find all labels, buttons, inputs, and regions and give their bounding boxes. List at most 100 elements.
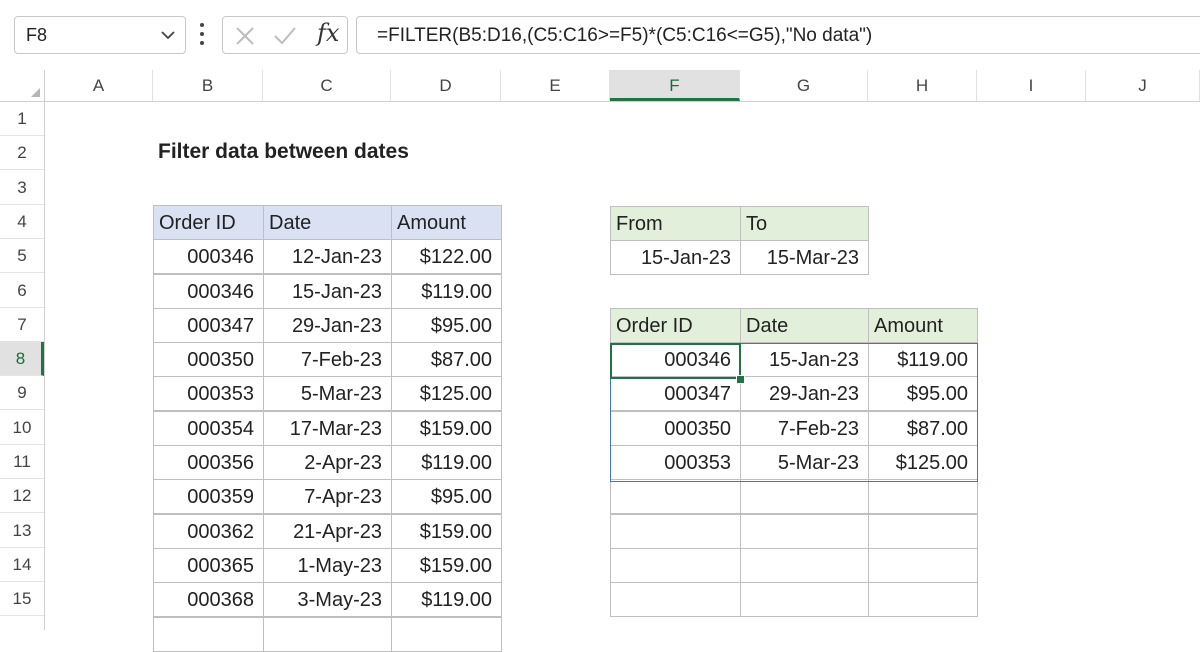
source-header-date[interactable]: Date (263, 204, 392, 240)
source-cell-order-id[interactable]: 000359 (153, 479, 264, 515)
source-cell-amount[interactable]: $125.00 (391, 376, 502, 412)
source-cell-order-id[interactable]: 000362 (153, 513, 264, 549)
row-header-2[interactable]: 2 (0, 136, 44, 171)
source-cell-order-id[interactable]: 000356 (153, 445, 264, 480)
select-all-button[interactable] (0, 70, 45, 101)
result-cell-amount[interactable]: $119.00 (868, 342, 978, 378)
source-cell-date[interactable]: 5-Mar-23 (263, 376, 392, 412)
row-header-5[interactable]: 5 (0, 239, 44, 274)
sheet-title[interactable]: Filter data between dates (158, 140, 409, 164)
row-header-4[interactable]: 4 (0, 205, 44, 239)
source-cell-date[interactable]: 29-Jan-23 (263, 307, 392, 343)
from-date-cell[interactable]: 15-Jan-23 (610, 240, 741, 275)
column-header-b[interactable]: B (153, 70, 263, 101)
more-options-icon[interactable] (198, 20, 206, 48)
column-header-d[interactable]: D (391, 70, 501, 101)
source-cell-order-id[interactable]: 000354 (153, 410, 264, 446)
column-header-a[interactable]: A (45, 70, 153, 101)
result-header-order-id[interactable]: Order ID (610, 307, 741, 343)
source-cell-amount[interactable]: $159.00 (391, 513, 502, 549)
result-empty-cell[interactable] (868, 479, 978, 515)
row-header-12[interactable]: 12 (0, 479, 44, 514)
source-cell-order-id[interactable]: 000368 (153, 582, 264, 618)
row-header-9[interactable]: 9 (0, 376, 44, 411)
name-box[interactable]: F8 (14, 16, 186, 54)
row-header-13[interactable]: 13 (0, 514, 44, 548)
insert-function-icon[interactable]: fx (317, 19, 339, 47)
source-cell-date[interactable]: 2-Apr-23 (263, 445, 392, 480)
source-cell-date[interactable]: 21-Apr-23 (263, 513, 392, 549)
result-cell-order-id[interactable]: 000353 (610, 445, 741, 480)
source-cell-date[interactable]: 7-Feb-23 (263, 342, 392, 378)
result-header-amount[interactable]: Amount (868, 307, 978, 343)
result-cell-order-id[interactable]: 000350 (610, 410, 741, 446)
result-cell-date[interactable]: 29-Jan-23 (740, 376, 869, 412)
result-cell-amount[interactable]: $125.00 (868, 445, 978, 480)
column-header-j[interactable]: J (1086, 70, 1200, 101)
source-cell-partial[interactable] (263, 616, 392, 652)
source-cell-amount[interactable]: $95.00 (391, 479, 502, 515)
enter-check-icon[interactable] (273, 26, 297, 46)
source-header-amount[interactable]: Amount (391, 204, 502, 240)
source-cell-date[interactable]: 17-Mar-23 (263, 410, 392, 446)
result-cell-date[interactable]: 7-Feb-23 (740, 410, 869, 446)
source-cell-partial[interactable] (391, 616, 502, 652)
source-cell-date[interactable]: 15-Jan-23 (263, 273, 392, 309)
result-empty-cell[interactable] (610, 479, 741, 515)
row-header-3[interactable]: 3 (0, 171, 44, 205)
source-cell-amount[interactable]: $119.00 (391, 445, 502, 480)
result-empty-cell[interactable] (740, 547, 869, 583)
result-cell-date[interactable]: 5-Mar-23 (740, 445, 869, 480)
result-cell-amount[interactable]: $87.00 (868, 410, 978, 446)
result-empty-cell[interactable] (868, 582, 978, 618)
result-cell-date[interactable]: 15-Jan-23 (740, 342, 869, 378)
source-cell-amount[interactable]: $119.00 (391, 582, 502, 618)
cancel-icon[interactable] (235, 26, 255, 46)
formula-input[interactable]: =FILTER(B5:D16,(C5:C16>=F5)*(C5:C16<=G5)… (356, 16, 1200, 54)
column-header-i[interactable]: I (977, 70, 1086, 101)
row-header-10[interactable]: 10 (0, 411, 44, 445)
result-empty-cell[interactable] (610, 513, 741, 549)
column-header-h[interactable]: H (868, 70, 977, 101)
name-box-value[interactable]: F8 (26, 25, 47, 46)
row-header-7[interactable]: 7 (0, 308, 44, 342)
source-cell-date[interactable]: 7-Apr-23 (263, 479, 392, 515)
source-cell-amount[interactable]: $87.00 (391, 342, 502, 378)
result-header-date[interactable]: Date (740, 307, 869, 343)
result-empty-cell[interactable] (868, 547, 978, 583)
column-header-c[interactable]: C (263, 70, 391, 101)
column-header-g[interactable]: G (740, 70, 868, 101)
result-empty-cell[interactable] (740, 479, 869, 515)
to-header[interactable]: To (740, 206, 869, 241)
fill-handle[interactable] (736, 375, 745, 384)
to-date-cell[interactable]: 15-Mar-23 (740, 240, 869, 275)
row-header-14[interactable]: 14 (0, 548, 44, 582)
source-cell-order-id[interactable]: 000346 (153, 239, 264, 275)
result-empty-cell[interactable] (740, 582, 869, 618)
from-header[interactable]: From (610, 206, 741, 241)
row-header-1[interactable]: 1 (0, 102, 44, 136)
source-cell-order-id[interactable]: 000347 (153, 307, 264, 343)
result-cell-amount[interactable]: $95.00 (868, 376, 978, 412)
source-cell-date[interactable]: 1-May-23 (263, 547, 392, 583)
formula-text[interactable]: =FILTER(B5:D16,(C5:C16>=F5)*(C5:C16<=G5)… (377, 25, 872, 47)
result-empty-cell[interactable] (868, 513, 978, 549)
source-cell-amount[interactable]: $159.00 (391, 547, 502, 583)
result-cell-order-id[interactable]: 000346 (610, 342, 741, 378)
source-header-order-id[interactable]: Order ID (153, 204, 264, 240)
source-cell-order-id[interactable]: 000350 (153, 342, 264, 378)
source-cell-order-id[interactable]: 000353 (153, 376, 264, 412)
source-cell-amount[interactable]: $119.00 (391, 273, 502, 309)
result-empty-cell[interactable] (610, 582, 741, 618)
result-empty-cell[interactable] (610, 547, 741, 583)
row-header-8[interactable]: 8 (0, 342, 44, 377)
chevron-down-icon[interactable] (161, 30, 175, 40)
column-header-f[interactable]: F (610, 70, 740, 101)
source-cell-amount[interactable]: $122.00 (391, 239, 502, 275)
row-header-6[interactable]: 6 (0, 274, 44, 308)
source-cell-date[interactable]: 3-May-23 (263, 582, 392, 618)
result-cell-order-id[interactable]: 000347 (610, 376, 741, 412)
source-cell-order-id[interactable]: 000365 (153, 547, 264, 583)
source-cell-partial[interactable] (153, 616, 264, 652)
source-cell-amount[interactable]: $159.00 (391, 410, 502, 446)
